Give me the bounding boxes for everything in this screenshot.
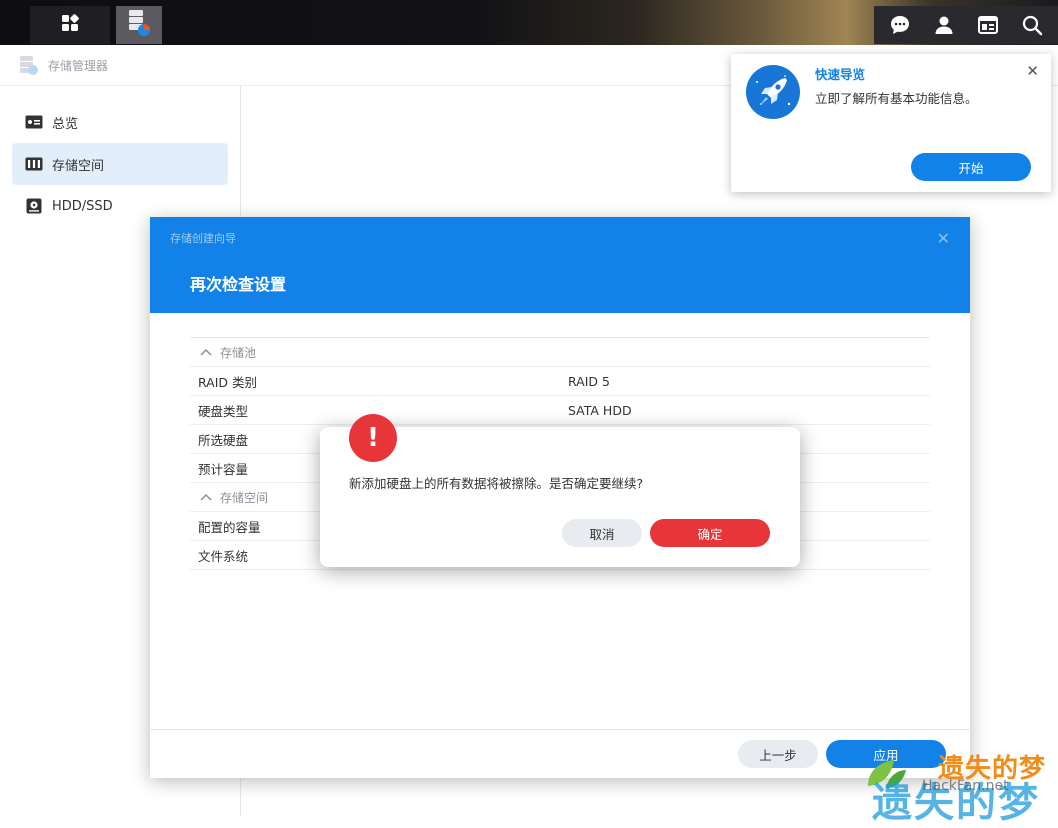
storage-manager-taskbar-button[interactable] [116, 6, 162, 44]
section-header-storage-pool[interactable]: 存储池 [190, 338, 930, 367]
guide-description: 立即了解所有基本功能信息。 [815, 91, 978, 106]
wizard-step-title: 再次检查设置 [190, 275, 287, 294]
storage-manager-icon [18, 54, 40, 76]
apply-button[interactable]: 应用 [826, 740, 946, 768]
watermark-url: HackFan.net [922, 778, 1009, 794]
storage-volume-icon [24, 154, 44, 174]
chevron-up-icon [200, 345, 214, 359]
user-icon[interactable] [924, 6, 964, 44]
wizard-name: 存储创建向导 [170, 232, 236, 245]
cancel-button[interactable]: 取消 [562, 519, 642, 547]
overview-icon [24, 112, 44, 132]
confirm-message: 新添加硬盘上的所有数据将被擦除。是否确定要继续? [349, 476, 644, 491]
taskbar-tray [874, 6, 1058, 44]
summary-row: RAID 类别 RAID 5 [190, 367, 930, 396]
sidebar-item-label: 存储空间 [52, 158, 105, 174]
taskbar [0, 0, 1058, 45]
row-key: RAID 类别 [198, 374, 258, 390]
sidebar-item-label: HDD/SSD [52, 198, 113, 214]
confirm-button[interactable]: 确定 [650, 519, 770, 547]
start-button[interactable]: 开始 [911, 153, 1031, 181]
section-title: 存储空间 [220, 490, 269, 505]
section-title: 存储池 [220, 345, 257, 360]
storage-manager-icon [126, 8, 152, 42]
chat-icon[interactable] [880, 6, 920, 44]
chevron-up-icon [200, 490, 214, 504]
rocket-icon [745, 64, 801, 120]
sidebar-item-overview[interactable]: 总览 [12, 101, 228, 143]
disk-icon [24, 196, 44, 216]
guide-title: 快速导览 [815, 67, 866, 82]
row-value: SATA HDD [568, 402, 632, 418]
warning-icon: ! [349, 414, 397, 462]
summary-row: 硬盘类型 SATA HDD [190, 396, 930, 425]
sidebar-item-storage[interactable]: 存储空间 [12, 143, 228, 185]
wizard-footer: 上一步 应用 [150, 729, 970, 778]
quick-guide-popup: 快速导览 立即了解所有基本功能信息。 ✕ 开始 [731, 54, 1051, 192]
previous-button[interactable]: 上一步 [738, 740, 818, 768]
search-icon[interactable] [1012, 6, 1052, 44]
watermark-text-secondary: 遗失的梦 [872, 780, 1040, 826]
grid-icon [60, 13, 80, 37]
row-value: RAID 5 [568, 373, 610, 389]
close-icon[interactable]: ✕ [1026, 62, 1039, 80]
window-title: 存储管理器 [48, 58, 109, 73]
sidebar-item-label: 总览 [52, 116, 79, 132]
wizard-header: 存储创建向导 ✕ 再次检查设置 [150, 217, 970, 313]
widgets-icon[interactable] [968, 6, 1008, 44]
close-icon[interactable]: ✕ [937, 229, 950, 248]
main-menu-button[interactable] [30, 6, 110, 44]
